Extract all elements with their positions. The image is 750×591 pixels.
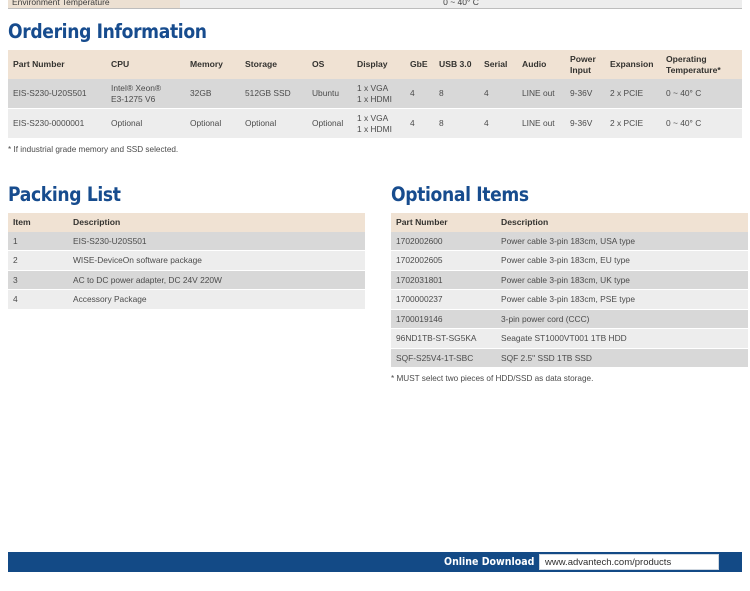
footer-bar: Online Download www.advantech.com/produc… xyxy=(8,552,742,572)
cell-os: Optional xyxy=(307,108,352,139)
online-download-label: Online Download xyxy=(443,556,534,568)
cell-power-input: 9-36V xyxy=(565,108,605,139)
cell-part-number: SQF-S25V4-1T-SBC xyxy=(391,348,496,368)
col-header-description: Description xyxy=(68,213,365,232)
col-header-item: Item xyxy=(8,213,68,232)
table-row: 1 EIS-S230-U20S501 xyxy=(8,231,365,251)
cell-cpu: Intel® Xeon® E3-1275 V6 xyxy=(106,79,185,109)
cell-description: WISE-DeviceOn software package xyxy=(68,250,365,271)
cell-item: 1 xyxy=(8,231,68,251)
cell-usb3: 8 xyxy=(434,108,479,139)
cell-item: 2 xyxy=(8,250,68,271)
cell-part-number: 1700019146 xyxy=(391,309,496,329)
col-header-memory: Memory xyxy=(185,50,240,79)
table-row: 4 Accessory Package xyxy=(8,289,365,310)
truncated-spec-value: 0 ~ 40° C xyxy=(180,0,742,8)
cell-display: 1 x VGA 1 x HDMI xyxy=(352,108,405,139)
cell-operating-temperature: 0 ~ 40° C xyxy=(661,79,742,109)
cell-storage: 512GB SSD xyxy=(240,79,307,109)
optional-items-table: Part Number Description 1702002600 Power… xyxy=(391,213,748,368)
col-header-os: OS xyxy=(307,50,352,79)
cell-part-number: EIS-S230-U20S501 xyxy=(8,79,106,109)
cell-part-number: 1702002605 xyxy=(391,250,496,271)
table-row: 2 WISE-DeviceOn software package xyxy=(8,250,365,271)
packing-list-table: Item Description 1 EIS-S230-U20S501 2 WI… xyxy=(8,213,365,310)
packing-list-heading: Packing List xyxy=(8,183,121,206)
cell-expansion: 2 x PCIE xyxy=(605,108,661,139)
cell-item: 3 xyxy=(8,270,68,290)
col-header-expansion: Expansion xyxy=(605,50,661,79)
col-header-gbe: GbE xyxy=(405,50,434,79)
optional-items-section: Optional Items Part Number Description 1… xyxy=(391,183,748,383)
table-row: SQF-S25V4-1T-SBC SQF 2.5" SSD 1TB SSD xyxy=(391,348,748,368)
cell-serial: 4 xyxy=(479,79,517,109)
table-row: 1700000237 Power cable 3-pin 183cm, PSE … xyxy=(391,289,748,310)
ordering-information-table: Part Number CPU Memory Storage OS Displa… xyxy=(8,50,742,139)
cell-audio: LINE out xyxy=(517,79,565,109)
optional-items-heading: Optional Items xyxy=(391,183,529,206)
col-header-cpu: CPU xyxy=(106,50,185,79)
online-download-url[interactable]: www.advantech.com/products xyxy=(539,554,719,570)
cell-part-number: 1702002600 xyxy=(391,231,496,251)
cell-description: EIS-S230-U20S501 xyxy=(68,231,365,251)
optional-items-footnote: * MUST select two pieces of HDD/SSD as d… xyxy=(391,374,594,383)
cell-part-number: 1702031801 xyxy=(391,270,496,290)
col-header-audio: Audio xyxy=(517,50,565,79)
table-row: 1700019146 3-pin power cord (CCC) xyxy=(391,309,748,329)
col-header-storage: Storage xyxy=(240,50,307,79)
cell-description: Power cable 3-pin 183cm, USA type xyxy=(496,231,748,251)
truncated-spec-row: Environment Temperature 0 ~ 40° C xyxy=(8,0,742,9)
table-row: 3 AC to DC power adapter, DC 24V 220W xyxy=(8,270,365,290)
cell-display: 1 x VGA 1 x HDMI xyxy=(352,79,405,109)
col-header-display: Display xyxy=(352,50,405,79)
cell-expansion: 2 x PCIE xyxy=(605,79,661,109)
cell-description: SQF 2.5" SSD 1TB SSD xyxy=(496,348,748,368)
cell-usb3: 8 xyxy=(434,79,479,109)
ordering-footnote: * If industrial grade memory and SSD sel… xyxy=(8,145,179,154)
cell-power-input: 9-36V xyxy=(565,79,605,109)
cell-item: 4 xyxy=(8,289,68,310)
cell-description: Power cable 3-pin 183cm, PSE type xyxy=(496,289,748,310)
cell-serial: 4 xyxy=(479,108,517,139)
cell-gbe: 4 xyxy=(405,79,434,109)
cell-storage: Optional xyxy=(240,108,307,139)
cell-os: Ubuntu xyxy=(307,79,352,109)
cell-description: Power cable 3-pin 183cm, UK type xyxy=(496,270,748,290)
col-header-part-number: Part Number xyxy=(391,213,496,232)
cell-cpu: Optional xyxy=(106,108,185,139)
cell-description: Power cable 3-pin 183cm, EU type xyxy=(496,250,748,271)
cell-memory: 32GB xyxy=(185,79,240,109)
table-row: 1702002605 Power cable 3-pin 183cm, EU t… xyxy=(391,250,748,271)
cell-gbe: 4 xyxy=(405,108,434,139)
table-header-row: Part Number CPU Memory Storage OS Displa… xyxy=(8,50,742,79)
cell-memory: Optional xyxy=(185,108,240,139)
cell-part-number: 96ND1TB-ST-SG5KA xyxy=(391,328,496,349)
ordering-information-heading: Ordering Information xyxy=(8,20,207,43)
table-row: 1702031801 Power cable 3-pin 183cm, UK t… xyxy=(391,270,748,290)
col-header-serial: Serial xyxy=(479,50,517,79)
col-header-operating-temperature: Operating Temperature* xyxy=(661,50,742,79)
col-header-part-number: Part Number xyxy=(8,50,106,79)
col-header-description: Description xyxy=(496,213,748,232)
truncated-spec-label: Environment Temperature xyxy=(8,0,180,8)
table-row: 1702002600 Power cable 3-pin 183cm, USA … xyxy=(391,231,748,251)
cell-description: Seagate ST1000VT001 1TB HDD xyxy=(496,328,748,349)
cell-description: Accessory Package xyxy=(68,289,365,310)
cell-description: AC to DC power adapter, DC 24V 220W xyxy=(68,270,365,290)
col-header-power-input: Power Input xyxy=(565,50,605,79)
table-row: EIS-S230-0000001 Optional Optional Optio… xyxy=(8,108,742,139)
cell-audio: LINE out xyxy=(517,108,565,139)
packing-list-section: Packing List Item Description 1 EIS-S230… xyxy=(8,183,365,310)
cell-operating-temperature: 0 ~ 40° C xyxy=(661,108,742,139)
cell-part-number: 1700000237 xyxy=(391,289,496,310)
ordering-information-section: Ordering Information Part Number CPU Mem… xyxy=(8,20,742,154)
table-row: 96ND1TB-ST-SG5KA Seagate ST1000VT001 1TB… xyxy=(391,328,748,349)
cell-description: 3-pin power cord (CCC) xyxy=(496,309,748,329)
cell-part-number: EIS-S230-0000001 xyxy=(8,108,106,139)
table-header-row: Item Description xyxy=(8,213,365,232)
col-header-usb3: USB 3.0 xyxy=(434,50,479,79)
table-row: EIS-S230-U20S501 Intel® Xeon® E3-1275 V6… xyxy=(8,79,742,109)
table-header-row: Part Number Description xyxy=(391,213,748,232)
